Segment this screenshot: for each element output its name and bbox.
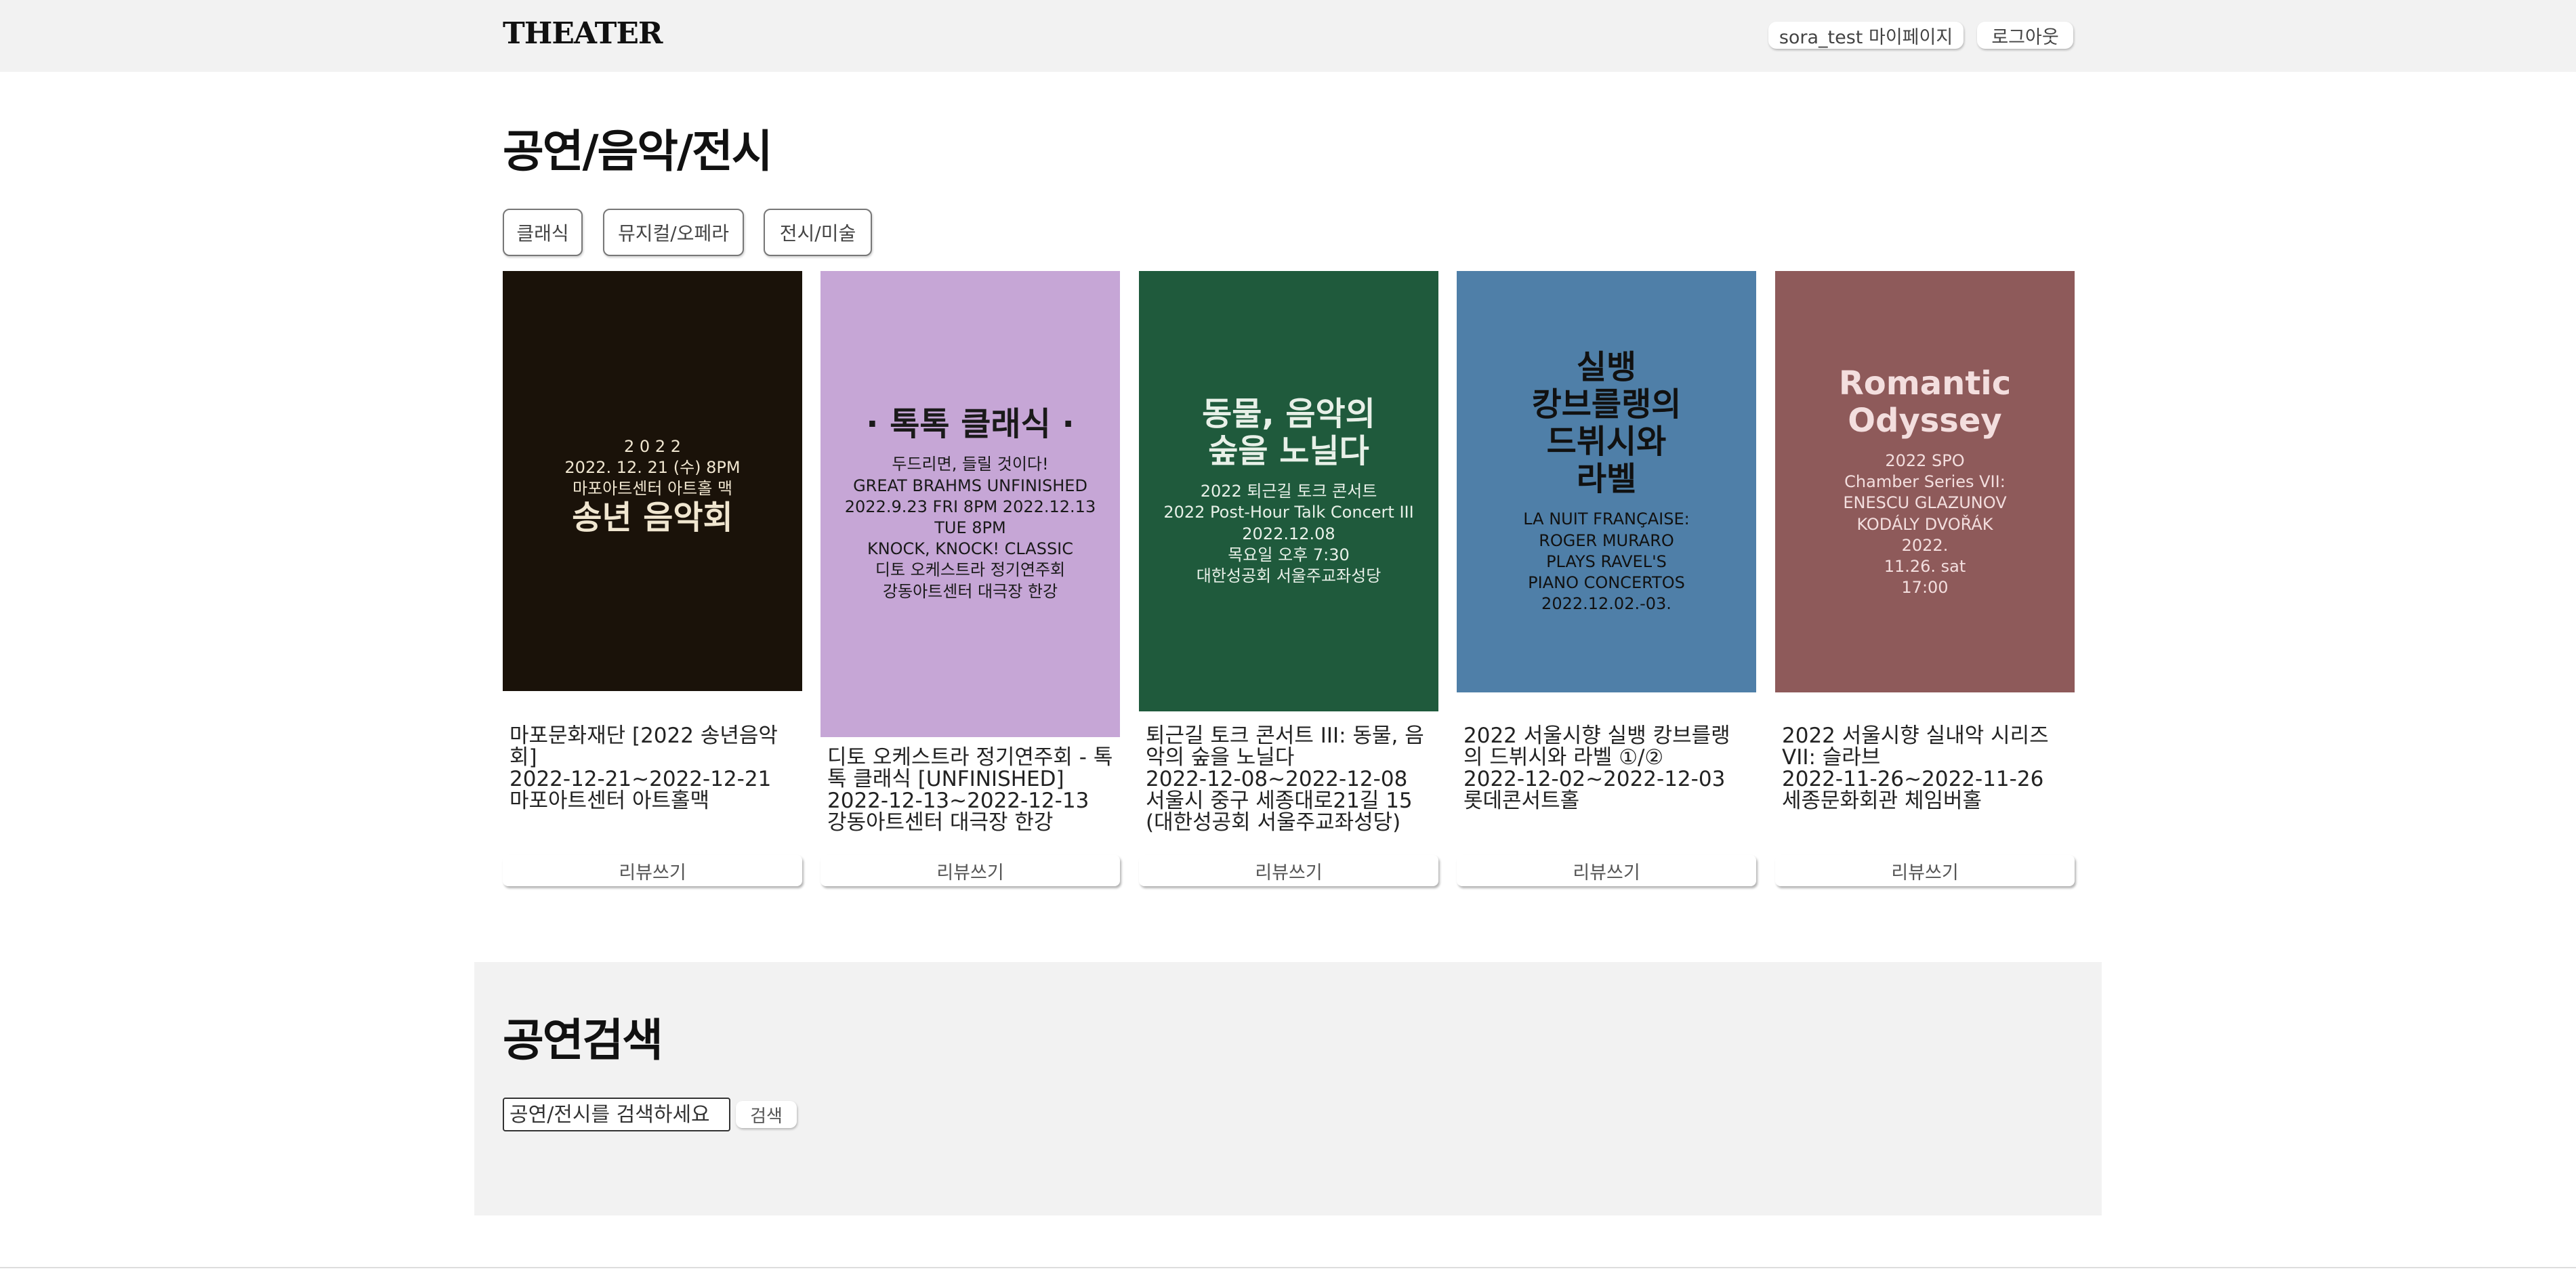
poster-image[interactable]: Romantic Odyssey 2022 SPO Chamber Series… xyxy=(1775,271,2075,692)
mypage-button[interactable]: sora_test 마이페이지 xyxy=(1768,22,1964,49)
poster-image[interactable]: 2 0 2 2 2022. 12. 21 (수) 8PM 마포아트센터 아트홀 … xyxy=(503,271,802,691)
performance-info: 2022 서울시향 실뱅 캉브를랭의 드뷔시와 라벨 ①/② 2022-12-0… xyxy=(1463,725,1749,812)
performance-card: 동물, 음악의 숲을 노닐다 2022 퇴근길 토크 콘서트 2022 Post… xyxy=(1139,271,1438,889)
poster-headline: 송년 음악회 xyxy=(572,499,733,537)
performance-info: 퇴근길 토크 콘서트 III: 동물, 음악의 숲을 노닐다 2022-12-0… xyxy=(1146,725,1432,833)
performance-venue: 롯데콘서트홀 xyxy=(1463,789,1580,813)
poster-headline: · 톡톡 클래식 · xyxy=(866,405,1075,444)
performance-title: 2022 서울시향 실뱅 캉브를랭의 드뷔시와 라벨 ①/② xyxy=(1463,724,1730,770)
performance-title: 퇴근길 토크 콘서트 III: 동물, 음악의 숲을 노닐다 xyxy=(1146,724,1424,770)
performance-card: Romantic Odyssey 2022 SPO Chamber Series… xyxy=(1775,271,2075,889)
performance-dates: 2022-12-08~2022-12-08 xyxy=(1146,767,1408,791)
performance-venue: 강동아트센터 대극장 한강 xyxy=(827,810,1054,835)
performance-dates: 2022-11-26~2022-11-26 xyxy=(1782,767,2044,791)
performance-card: · 톡톡 클래식 · 두드리면, 들릴 것이다! GREAT BRAHMS UN… xyxy=(820,271,1120,889)
category-button-classic[interactable]: 클래식 xyxy=(503,209,583,256)
performance-info: 마포문화재단 [2022 송년음악회] 2022-12-21~2022-12-2… xyxy=(510,725,795,812)
poster-image[interactable]: 동물, 음악의 숲을 노닐다 2022 퇴근길 토크 콘서트 2022 Post… xyxy=(1139,271,1438,711)
performance-title: 2022 서울시향 실내악 시리즈 VII: 슬라브 xyxy=(1782,724,2049,770)
poster-headline: Romantic Odyssey xyxy=(1838,364,2012,440)
logout-button[interactable]: 로그아웃 xyxy=(1977,22,2073,49)
performance-venue: 마포아트센터 아트홀맥 xyxy=(510,789,710,813)
search-section xyxy=(474,962,2102,1215)
performance-info: 2022 서울시향 실내악 시리즈 VII: 슬라브 2022-11-26~20… xyxy=(1782,725,2068,812)
poster-subtext: 2022 퇴근길 토크 콘서트 2022 Post-Hour Talk Conc… xyxy=(1163,482,1414,585)
search-section-title: 공연검색 xyxy=(503,1014,663,1066)
poster-headline: 실뱅 캉브를랭의 드뷔시와 라벨 xyxy=(1531,348,1682,499)
poster-subtext: LA NUIT FRANÇAISE: ROGER MURARO PLAYS RA… xyxy=(1523,509,1690,614)
write-review-button[interactable]: 리뷰쓰기 xyxy=(820,855,1120,886)
category-button-musical-opera[interactable]: 뮤지컬/오페라 xyxy=(603,209,744,256)
poster-subtext: 2 0 2 2 2022. 12. 21 (수) 8PM 마포아트센터 아트홀 … xyxy=(564,436,741,498)
performance-card: 실뱅 캉브를랭의 드뷔시와 라벨 LA NUIT FRANÇAISE: ROGE… xyxy=(1457,271,1756,889)
search-input[interactable] xyxy=(503,1098,730,1131)
poster-subtext: 두드리면, 들릴 것이다! GREAT BRAHMS UNFINISHED 20… xyxy=(844,455,1096,601)
section-title-performances: 공연/음악/전시 xyxy=(503,125,773,178)
write-review-button[interactable]: 리뷰쓰기 xyxy=(1775,855,2075,886)
performance-info: 디토 오케스트라 정기연주회 - 톡톡 클래식 [UNFINISHED] 202… xyxy=(827,747,1113,833)
performance-title: 디토 오케스트라 정기연주회 - 톡톡 클래식 [UNFINISHED] xyxy=(827,745,1113,791)
write-review-button[interactable]: 리뷰쓰기 xyxy=(1457,855,1756,886)
category-button-exhibition[interactable]: 전시/미술 xyxy=(764,209,872,256)
performance-venue: 서울시 중구 세종대로21길 15 (대한성공회 서울주교좌성당) xyxy=(1146,789,1413,835)
performance-card: 2 0 2 2 2022. 12. 21 (수) 8PM 마포아트센터 아트홀 … xyxy=(503,271,802,889)
performance-dates: 2022-12-13~2022-12-13 xyxy=(827,789,1089,813)
search-button[interactable]: 검색 xyxy=(736,1101,797,1128)
poster-subtext: 2022 SPO Chamber Series VII: ENESCU GLAZ… xyxy=(1843,451,2007,598)
poster-headline: 동물, 음악의 숲을 노닐다 xyxy=(1202,394,1375,471)
brand-logo[interactable]: THEATER xyxy=(503,16,663,51)
footer-divider xyxy=(0,1267,2576,1268)
performance-venue: 세종문화회관 체임버홀 xyxy=(1782,789,1982,813)
performance-dates: 2022-12-21~2022-12-21 xyxy=(510,767,772,791)
write-review-button[interactable]: 리뷰쓰기 xyxy=(1139,855,1438,886)
performance-dates: 2022-12-02~2022-12-03 xyxy=(1463,767,1726,791)
top-bar: THEATER sora_test 마이페이지 로그아웃 xyxy=(0,0,2576,72)
poster-image[interactable]: · 톡톡 클래식 · 두드리면, 들릴 것이다! GREAT BRAHMS UN… xyxy=(820,271,1120,737)
performance-title: 마포문화재단 [2022 송년음악회] xyxy=(510,724,778,770)
poster-image[interactable]: 실뱅 캉브를랭의 드뷔시와 라벨 LA NUIT FRANÇAISE: ROGE… xyxy=(1457,271,1756,692)
write-review-button[interactable]: 리뷰쓰기 xyxy=(503,855,802,886)
